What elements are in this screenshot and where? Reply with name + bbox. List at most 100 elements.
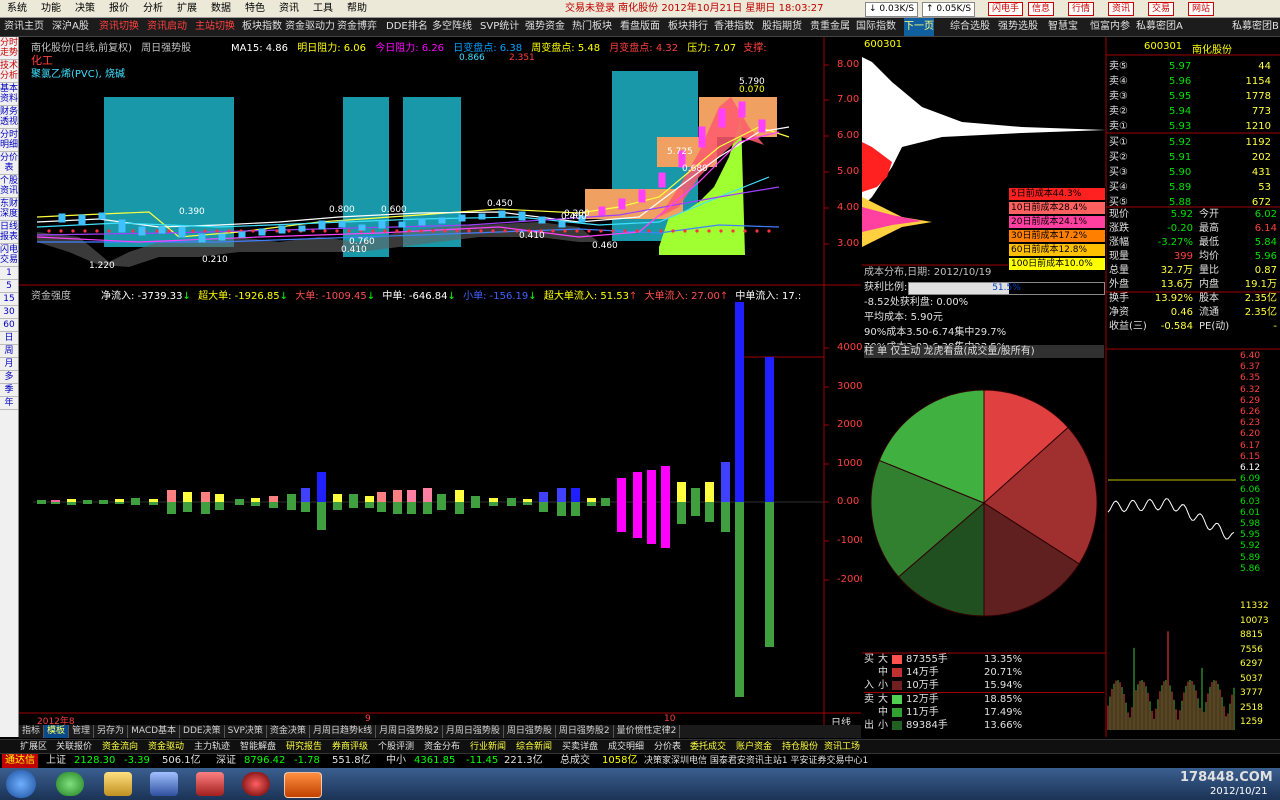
extension-tab[interactable]: 综合新闻: [516, 740, 552, 754]
menu-item[interactable]: 分析: [136, 0, 170, 17]
func-button[interactable]: 私募密团B: [1232, 18, 1279, 36]
gift-icon[interactable]: [196, 772, 224, 796]
template-tab[interactable]: 资金决策: [267, 725, 310, 738]
template-tab[interactable]: 周日强势股2: [556, 725, 614, 738]
template-tab[interactable]: 另存为: [94, 725, 129, 738]
template-tab[interactable]: SVP决策: [225, 725, 267, 738]
extension-tab[interactable]: 行业新闻: [470, 740, 506, 754]
left-nav-item[interactable]: 技术分析: [0, 60, 18, 83]
template-tab[interactable]: 周日强势股: [504, 725, 556, 738]
func-button[interactable]: 下一页: [904, 18, 934, 36]
left-nav-item[interactable]: 分价表: [0, 152, 18, 175]
left-nav-item[interactable]: 60: [0, 319, 18, 332]
extension-tab[interactable]: 账户资金: [736, 740, 772, 754]
menu-button[interactable]: 网站: [1188, 2, 1215, 16]
left-nav-item[interactable]: 财务透视: [0, 106, 18, 129]
trading-app-icon[interactable]: [284, 772, 322, 798]
template-tab[interactable]: DDE决策: [180, 725, 225, 738]
left-nav-item[interactable]: 分时明细: [0, 129, 18, 152]
left-nav-item[interactable]: 东财深度: [0, 198, 18, 221]
extension-tab[interactable]: 资金流向: [102, 740, 138, 754]
menu-button[interactable]: 闪电手: [988, 2, 1024, 16]
menu-button[interactable]: 资讯: [1108, 2, 1135, 16]
extension-tab[interactable]: 买卖详盘: [562, 740, 598, 754]
left-nav-item[interactable]: 日线报表: [0, 221, 18, 244]
extension-tab[interactable]: 扩展区: [20, 740, 47, 754]
extension-tab[interactable]: 研究报告: [286, 740, 322, 754]
template-tab[interactable]: 月周日趋势k线: [310, 725, 377, 738]
func-button[interactable]: 股指期货: [762, 18, 802, 36]
left-nav-item[interactable]: 周: [0, 345, 18, 358]
func-button[interactable]: 综合选股: [950, 18, 990, 36]
func-button[interactable]: 看盘版面: [620, 18, 660, 36]
menu-item[interactable]: 系统: [0, 0, 34, 17]
left-nav-item[interactable]: 1: [0, 267, 18, 280]
template-tab[interactable]: 模板: [44, 725, 70, 738]
template-tab[interactable]: 月周日强势股2: [376, 725, 443, 738]
menu-item[interactable]: 帮助: [340, 0, 374, 17]
menu-item[interactable]: 特色: [238, 0, 272, 17]
left-nav-item[interactable]: 年: [0, 397, 18, 410]
folder-icon[interactable]: [104, 772, 132, 796]
menu-item[interactable]: 资讯: [272, 0, 306, 17]
extension-tab[interactable]: 持仓股份: [782, 740, 818, 754]
func-button[interactable]: 智慧宝: [1048, 18, 1078, 36]
left-nav-item[interactable]: 季: [0, 384, 18, 397]
func-button[interactable]: 板块排行: [668, 18, 708, 36]
extension-tab[interactable]: 主力轨迹: [194, 740, 230, 754]
func-button[interactable]: 资金博弈: [337, 18, 377, 36]
menu-item[interactable]: 扩展: [170, 0, 204, 17]
template-tab[interactable]: 指标: [19, 725, 45, 738]
func-button[interactable]: 资讯切换: [99, 18, 139, 36]
menu-button[interactable]: 交易: [1148, 2, 1175, 16]
menu-item[interactable]: 报价: [102, 0, 136, 17]
func-button[interactable]: 主站切换: [195, 18, 235, 36]
func-button[interactable]: 资讯启动: [147, 18, 187, 36]
menu-item[interactable]: 工具: [306, 0, 340, 17]
menu-item[interactable]: 功能: [34, 0, 68, 17]
extension-tab[interactable]: 个股评测: [378, 740, 414, 754]
left-nav-item[interactable]: 多: [0, 371, 18, 384]
func-button[interactable]: 多空阵线: [432, 18, 472, 36]
extension-tab[interactable]: 委托成交: [690, 740, 726, 754]
media-player-icon[interactable]: [242, 772, 270, 796]
func-button[interactable]: 板块指数: [242, 18, 282, 36]
func-button[interactable]: 资金驱动力: [285, 18, 335, 36]
menu-button[interactable]: 信息: [1028, 2, 1055, 16]
func-button[interactable]: 热门板块: [572, 18, 612, 36]
extension-tab[interactable]: 资金分布: [424, 740, 460, 754]
browser-icon[interactable]: [56, 772, 84, 796]
left-nav-item[interactable]: 月: [0, 358, 18, 371]
menu-item[interactable]: 决策: [68, 0, 102, 17]
func-button[interactable]: DDE排名: [386, 18, 428, 36]
left-nav-item[interactable]: 15: [0, 293, 18, 306]
func-button[interactable]: 强势资金: [525, 18, 565, 36]
func-button[interactable]: 贵重金属: [810, 18, 850, 36]
func-button[interactable]: 国际指数: [856, 18, 896, 36]
func-button[interactable]: SVP统计: [480, 18, 519, 36]
extension-tab[interactable]: 资金驱动: [148, 740, 184, 754]
func-button[interactable]: 资讯主页: [4, 18, 44, 36]
menu-button[interactable]: 行情: [1068, 2, 1095, 16]
func-button[interactable]: 强势选股: [998, 18, 1038, 36]
extension-tab[interactable]: 智能解盘: [240, 740, 276, 754]
left-nav-item[interactable]: 基本资料: [0, 83, 18, 106]
cost-mode-tabs[interactable]: 柱 单 仅主动 龙虎看盘(成交量/股所有): [864, 345, 1104, 358]
template-tab[interactable]: 量价惯性定律2: [614, 725, 681, 738]
extension-tab[interactable]: 成交明细: [608, 740, 644, 754]
left-nav-item[interactable]: 个股资讯: [0, 175, 18, 198]
left-nav-item[interactable]: 30: [0, 306, 18, 319]
extension-tab[interactable]: 分价表: [654, 740, 681, 754]
func-button[interactable]: 私募密团A: [1136, 18, 1183, 36]
extension-tab[interactable]: 关联报价: [56, 740, 92, 754]
left-nav-item[interactable]: 分时走势: [0, 37, 18, 60]
start-button[interactable]: [6, 770, 36, 798]
template-tab[interactable]: 管理: [69, 725, 95, 738]
func-button[interactable]: 恒富内参: [1090, 18, 1130, 36]
template-tab[interactable]: MACD基本: [128, 725, 181, 738]
template-tab[interactable]: 月周日强势股: [443, 725, 504, 738]
func-button[interactable]: 深沪A股: [52, 18, 89, 36]
left-nav-item[interactable]: 闪电交易: [0, 244, 18, 267]
notepad-icon[interactable]: [150, 772, 178, 796]
kline-chart[interactable]: [19, 37, 861, 737]
